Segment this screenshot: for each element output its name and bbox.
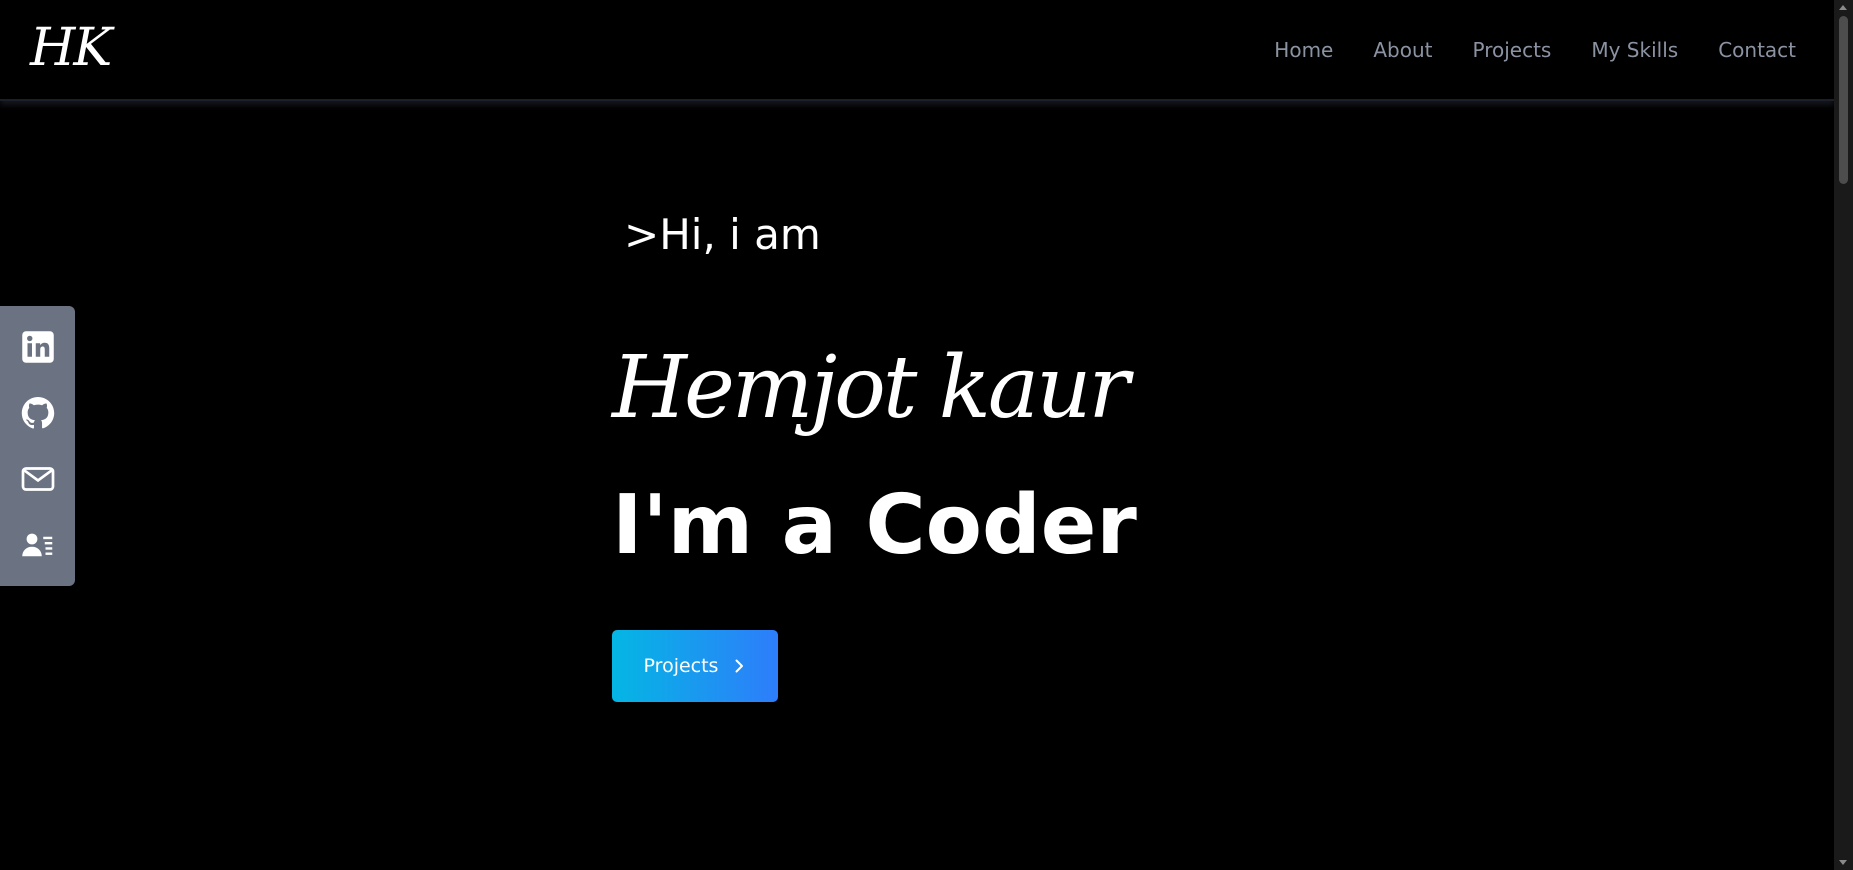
mail-link[interactable] — [18, 459, 58, 499]
social-sidebar — [0, 306, 75, 586]
projects-button[interactable]: Projects — [612, 630, 778, 702]
projects-button-label: Projects — [643, 655, 719, 677]
logo[interactable]: HK — [30, 22, 112, 74]
nav-projects-link[interactable]: Projects — [1473, 38, 1552, 62]
nav-home-link[interactable]: Home — [1274, 38, 1333, 62]
hero-greeting: >Hi, i am — [624, 210, 821, 259]
linkedin-icon — [21, 331, 54, 363]
nav-about-link[interactable]: About — [1373, 38, 1432, 62]
github-link[interactable] — [18, 393, 58, 433]
github-icon — [21, 396, 54, 429]
nav-my-skills-link[interactable]: My Skills — [1591, 38, 1678, 62]
scroll-up-arrow[interactable] — [1839, 5, 1847, 10]
main-nav: Home About Projects My Skills Contact — [1274, 38, 1796, 62]
linkedin-link[interactable] — [18, 327, 58, 367]
scroll-down-arrow[interactable] — [1839, 860, 1847, 865]
chevron-right-icon — [735, 659, 744, 673]
hero-name: Hemjot kaur — [612, 338, 1130, 438]
hero-role: I'm a Coder — [612, 478, 1137, 573]
mail-icon — [21, 467, 54, 491]
navbar: HK Home About Projects My Skills Contact — [0, 0, 1834, 101]
vertical-scrollbar[interactable] — [1834, 0, 1853, 870]
nav-contact-link[interactable]: Contact — [1718, 38, 1796, 62]
scroll-thumb[interactable] — [1839, 16, 1848, 184]
contact-card-link[interactable] — [18, 525, 58, 565]
contact-card-icon — [21, 533, 52, 557]
